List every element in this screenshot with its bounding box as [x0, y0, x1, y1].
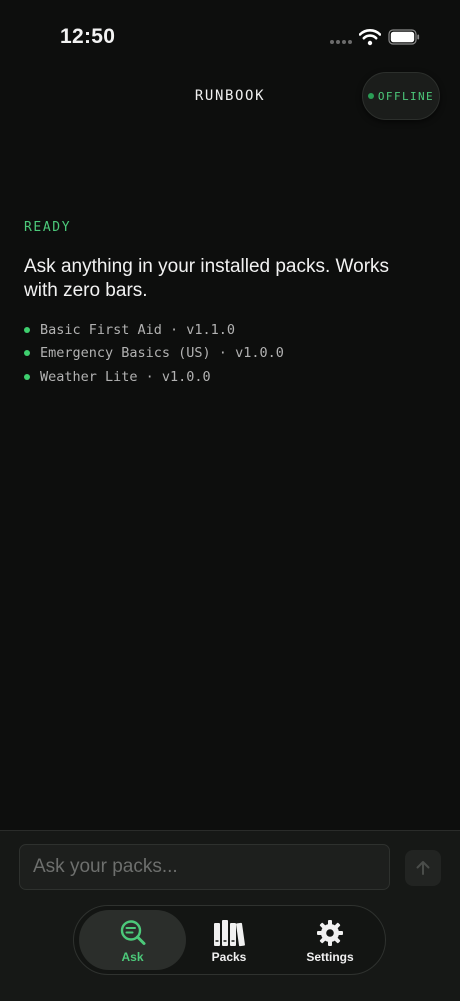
tab-settings[interactable]: Settings [282, 910, 378, 970]
ready-status-label: READY [24, 220, 72, 235]
bullet-icon [24, 326, 30, 333]
pack-list-item: Weather Lite · v1.0.0 [24, 365, 284, 389]
offline-status-label: OFFLINE [377, 89, 435, 103]
tab-settings-label: Settings [306, 950, 354, 964]
status-dot-icon [367, 93, 374, 99]
books-icon [214, 920, 245, 947]
bullet-icon [24, 350, 30, 357]
tab-ask[interactable]: Ask [79, 910, 186, 970]
search-document-icon [120, 920, 145, 945]
offline-status-badge[interactable]: OFFLINE [362, 72, 440, 120]
gear-icon [317, 920, 343, 946]
pack-label: Weather Lite · v1.0.0 [40, 368, 211, 385]
battery-icon [388, 29, 420, 45]
arrow-up-icon [416, 861, 430, 875]
send-button[interactable] [405, 850, 441, 886]
tab-packs-label: Packs [211, 950, 247, 964]
wifi-icon [359, 29, 381, 46]
ask-input[interactable] [19, 844, 390, 890]
cellular-signal-icon [330, 40, 352, 44]
tab-ask-label: Ask [121, 950, 144, 964]
bullet-icon [24, 373, 30, 380]
installed-packs-list: Basic First Aid · v1.1.0 Emergency Basic… [24, 318, 284, 389]
pack-list-item: Emergency Basics (US) · v1.0.0 [24, 342, 284, 366]
pack-list-item: Basic First Aid · v1.1.0 [24, 318, 284, 342]
status-bar: 12:50 [0, 0, 460, 70]
status-time: 12:50 [60, 25, 116, 48]
intro-text: Ask anything in your installed packs. Wo… [24, 256, 390, 301]
tab-bar: Ask Packs Settings [73, 905, 386, 975]
tab-packs[interactable]: Packs [186, 910, 272, 970]
pack-label: Emergency Basics (US) · v1.0.0 [40, 345, 284, 362]
pack-label: Basic First Aid · v1.1.0 [40, 321, 236, 338]
